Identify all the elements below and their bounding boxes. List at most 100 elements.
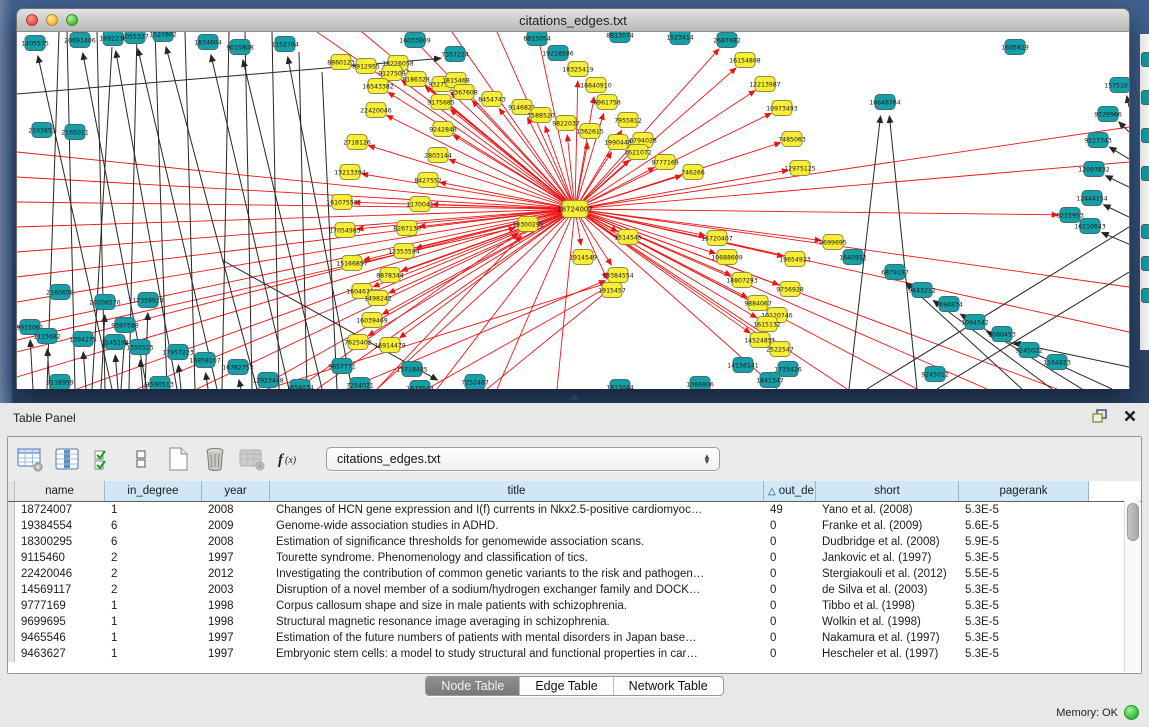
table-cell[interactable]: Corpus callosum shape and size in male p… — [270, 600, 764, 612]
table-cell[interactable]: Hescheler et al. (1997) — [816, 648, 959, 660]
table-cell[interactable]: 2008 — [202, 504, 270, 516]
table-cell[interactable]: 0 — [764, 536, 816, 548]
table-mode-icon[interactable] — [15, 444, 45, 474]
table-cell[interactable]: Yano et al. (2008) — [816, 504, 959, 516]
table-row[interactable]: 946362711997Embryonic stem cells: a mode… — [8, 646, 1141, 662]
table-cell[interactable]: 1997 — [202, 552, 270, 564]
table-cell[interactable]: 0 — [764, 600, 816, 612]
new-table-icon[interactable] — [163, 444, 193, 474]
table-cell[interactable]: 2 — [105, 568, 202, 580]
column-header-short[interactable]: short — [816, 481, 959, 501]
table-cell[interactable]: 0 — [764, 584, 816, 596]
table-cell[interactable]: 2008 — [202, 536, 270, 548]
table-cell[interactable]: 5.5E-5 — [959, 568, 1089, 580]
table-cell[interactable]: 1997 — [202, 632, 270, 644]
table-cell[interactable]: 5.3E-5 — [959, 600, 1089, 612]
table-cell[interactable]: 1 — [105, 632, 202, 644]
column-header-year[interactable]: year — [202, 481, 270, 501]
node-table[interactable]: namein_degreeyeartitle△out_de…shortpager… — [8, 481, 1141, 673]
table-cell[interactable]: 2 — [105, 584, 202, 596]
float-panel-icon[interactable] — [1091, 407, 1109, 425]
table-cell[interactable]: 5.3E-5 — [959, 616, 1089, 628]
table-cell[interactable]: 5.3E-5 — [959, 632, 1089, 644]
table-cell[interactable]: 0 — [764, 616, 816, 628]
delete-table-icon[interactable] — [200, 444, 230, 474]
table-cell[interactable]: 9777169 — [15, 600, 105, 612]
table-cell[interactable]: Estimation of significance thresholds fo… — [270, 536, 764, 548]
table-cell[interactable]: Dudbridge et al. (2008) — [816, 536, 959, 548]
table-cell[interactable]: 18300295 — [15, 536, 105, 548]
table-cell[interactable]: 9463627 — [15, 648, 105, 660]
table-cell[interactable]: Genome-wide association studies in ADHD. — [270, 520, 764, 532]
table-cell[interactable]: 5.3E-5 — [959, 648, 1089, 660]
table-cell[interactable]: 5.3E-5 — [959, 584, 1089, 596]
table-cell[interactable]: 9699695 — [15, 616, 105, 628]
panel-divider-handle[interactable] — [569, 394, 579, 400]
table-cell[interactable]: Changes of HCN gene expression and I(f) … — [270, 504, 764, 516]
table-cell[interactable]: 5.9E-5 — [959, 536, 1089, 548]
table-cell[interactable]: Disruption of a novel member of a sodium… — [270, 584, 764, 596]
table-cell[interactable]: 1 — [105, 600, 202, 612]
table-source-select[interactable]: citations_edges.txt ▲▼ — [326, 447, 720, 471]
table-vertical-scrollbar[interactable] — [1124, 501, 1140, 672]
table-cell[interactable]: Stergiakouli et al. (2012) — [816, 568, 959, 580]
table-cell[interactable]: 1 — [105, 504, 202, 516]
table-cell[interactable]: 2009 — [202, 520, 270, 532]
table-row[interactable]: 2242004622012Investigating the contribut… — [8, 566, 1141, 582]
table-row[interactable]: 946554611997Estimation of the future num… — [8, 630, 1141, 646]
table-cell[interactable]: 5.3E-5 — [959, 552, 1089, 564]
table-cell[interactable]: 0 — [764, 520, 816, 532]
column-header-out_de[interactable]: △out_de… — [764, 481, 816, 501]
table-cell[interactable]: Estimation of the future numbers of pati… — [270, 632, 764, 644]
table-cell[interactable]: de Silva et al. (2003) — [816, 584, 959, 596]
table-cell[interactable]: 18724007 — [15, 504, 105, 516]
tab-edge-table[interactable]: Edge Table — [519, 677, 612, 695]
table-cell[interactable]: Embryonic stem cells: a model to study s… — [270, 648, 764, 660]
table-cell[interactable]: 1 — [105, 616, 202, 628]
table-cell[interactable]: 0 — [764, 552, 816, 564]
table-cell[interactable]: 9115460 — [15, 552, 105, 564]
column-visibility-icon[interactable] — [52, 444, 82, 474]
table-cell[interactable]: 6 — [105, 520, 202, 532]
function-builder-icon[interactable]: f(x) — [274, 444, 304, 474]
table-cell[interactable]: Structural magnetic resonance image aver… — [270, 616, 764, 628]
table-cell[interactable]: 1 — [105, 648, 202, 660]
table-cell[interactable]: 6 — [105, 536, 202, 548]
column-header-name[interactable]: name — [15, 481, 105, 501]
table-cell[interactable]: 14569117 — [15, 584, 105, 596]
memory-ok-indicator[interactable] — [1124, 705, 1139, 720]
table-row[interactable]: 1938455462009Genome-wide association stu… — [8, 518, 1141, 534]
table-cell[interactable]: 2 — [105, 552, 202, 564]
table-row[interactable]: 977716911998Corpus callosum shape and si… — [8, 598, 1141, 614]
table-cell[interactable]: 2012 — [202, 568, 270, 580]
column-header-pagerank[interactable]: pagerank — [959, 481, 1089, 501]
row-pair-icon[interactable] — [126, 444, 156, 474]
table-row[interactable]: 1456911722003Disruption of a novel membe… — [8, 582, 1141, 598]
table-cell[interactable]: 1998 — [202, 600, 270, 612]
table-cell[interactable]: Franke et al. (2009) — [816, 520, 959, 532]
network-view-window[interactable]: citations_edges.txt 18724007161548081221… — [16, 8, 1130, 388]
column-header-title[interactable]: title — [270, 481, 764, 501]
scrollbar-thumb[interactable] — [1127, 503, 1139, 541]
tab-node-table[interactable]: Node Table — [426, 677, 519, 695]
table-cell[interactable]: Tibbo et al. (1998) — [816, 600, 959, 612]
table-cell[interactable]: 1998 — [202, 616, 270, 628]
table-cell[interactable]: 5.3E-5 — [959, 504, 1089, 516]
table-cell[interactable]: Nakamura et al. (1997) — [816, 632, 959, 644]
table-cell[interactable]: 5.6E-5 — [959, 520, 1089, 532]
tab-network-table[interactable]: Network Table — [613, 677, 723, 695]
table-row[interactable]: 969969511998Structural magnetic resonanc… — [8, 614, 1141, 630]
table-cell[interactable]: Investigating the contribution of common… — [270, 568, 764, 580]
table-cell[interactable]: Wolkin et al. (1998) — [816, 616, 959, 628]
table-cell[interactable]: 19384554 — [15, 520, 105, 532]
table-cell[interactable]: 0 — [764, 648, 816, 660]
citation-network-graph[interactable]: 1872400716154808122139871097349374850631… — [17, 32, 1129, 389]
window-titlebar[interactable]: citations_edges.txt — [16, 8, 1130, 32]
table-cell[interactable]: 9465546 — [15, 632, 105, 644]
close-panel-icon[interactable] — [1121, 407, 1139, 425]
row-selection-icon[interactable] — [89, 444, 119, 474]
table-cell[interactable]: 0 — [764, 568, 816, 580]
table-cell[interactable]: 49 — [764, 504, 816, 516]
table-cell[interactable]: Jankovic et al. (1997) — [816, 552, 959, 564]
table-row[interactable]: 1830029562008Estimation of significance … — [8, 534, 1141, 550]
